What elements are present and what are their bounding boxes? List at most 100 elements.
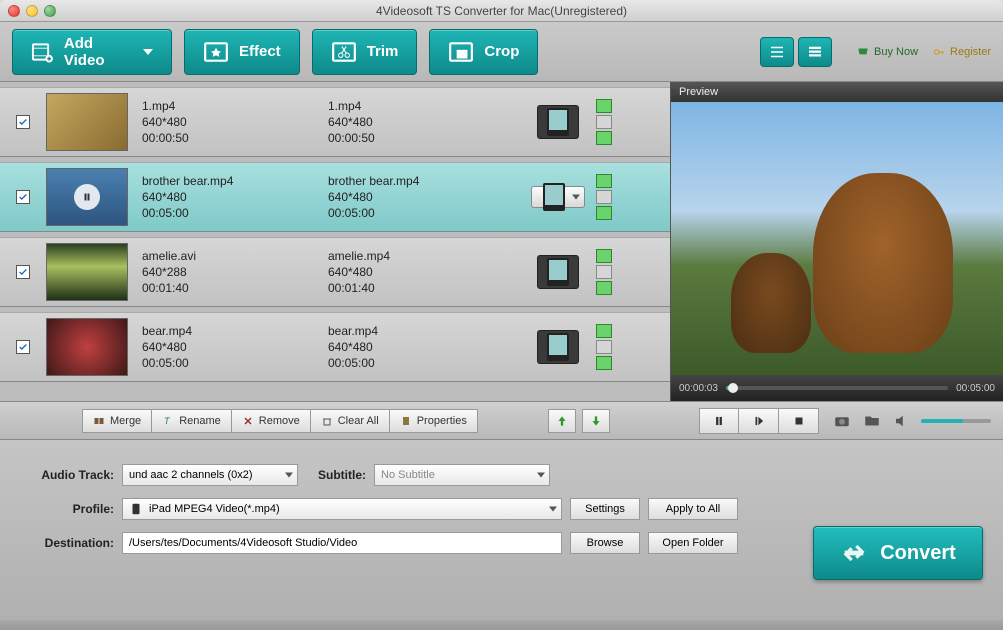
pause-icon — [712, 414, 726, 428]
folder-icon — [863, 412, 881, 430]
settings-button[interactable]: Settings — [570, 498, 640, 520]
crop-label: Crop — [484, 43, 519, 60]
merge-button[interactable]: Merge — [82, 409, 152, 433]
audio-track-value: und aac 2 channels (0x2) — [129, 469, 253, 481]
register-link[interactable]: Register — [932, 45, 991, 59]
row-mid-button[interactable] — [596, 190, 612, 204]
destination-label: Destination: — [14, 536, 114, 550]
preview-current-time: 00:00:03 — [679, 383, 718, 394]
table-row[interactable]: brother bear.mp4640*48000:05:00brother b… — [0, 162, 670, 232]
close-icon[interactable] — [8, 5, 20, 17]
camera-icon — [833, 412, 851, 430]
row-top-button[interactable] — [596, 99, 612, 113]
row-bottom-button[interactable] — [596, 281, 612, 295]
snapshot-button[interactable] — [831, 410, 853, 432]
list-actions: Merge TRename Remove Clear All Propertie… — [82, 409, 478, 433]
row-order-buttons — [588, 174, 620, 220]
volume-slider[interactable] — [921, 419, 991, 423]
chevron-down-icon — [572, 195, 580, 200]
seek-slider[interactable] — [726, 386, 948, 390]
open-folder-button[interactable]: Open Folder — [648, 532, 738, 554]
properties-label: Properties — [417, 415, 467, 427]
trim-label: Trim — [367, 43, 399, 60]
row-bottom-button[interactable] — [596, 206, 612, 220]
buy-now-link[interactable]: Buy Now — [856, 45, 918, 59]
row-checkbox[interactable] — [16, 115, 30, 129]
row-checkbox[interactable] — [16, 265, 30, 279]
minimize-icon[interactable] — [26, 5, 38, 17]
volume-button[interactable] — [891, 410, 913, 432]
add-video-label: Add Video — [64, 35, 129, 69]
traffic-lights — [0, 5, 56, 17]
preview-panel: Preview 00:00:03 00:05:00 — [670, 82, 1003, 401]
subtitle-label: Subtitle: — [306, 468, 366, 482]
output-resolution: 640*480 — [328, 264, 528, 280]
audio-track-select[interactable]: und aac 2 channels (0x2) — [122, 464, 298, 486]
table-row[interactable]: bear.mp4640*48000:05:00bear.mp4640*48000… — [0, 312, 670, 382]
chevron-down-icon — [549, 507, 557, 512]
table-row[interactable]: 1.mp4640*48000:00:501.mp4640*48000:00:50 — [0, 87, 670, 157]
chevron-down-icon — [143, 49, 153, 55]
convert-button[interactable]: Convert — [813, 526, 983, 580]
output-filename: bear.mp4 — [328, 323, 528, 339]
thumbnail[interactable] — [46, 168, 128, 226]
open-snapshot-folder-button[interactable] — [861, 410, 883, 432]
add-video-button[interactable]: Add Video — [12, 29, 172, 75]
step-button[interactable] — [739, 408, 779, 434]
output-device-select[interactable] — [531, 186, 585, 208]
row-top-button[interactable] — [596, 249, 612, 263]
profile-label: Profile: — [14, 502, 114, 516]
row-mid-button[interactable] — [596, 265, 612, 279]
preview-content — [731, 253, 811, 353]
row-top-button[interactable] — [596, 174, 612, 188]
thumbnail[interactable] — [46, 318, 128, 376]
row-bottom-button[interactable] — [596, 356, 612, 370]
view-list-button[interactable] — [760, 37, 794, 67]
pause-button[interactable] — [699, 408, 739, 434]
source-duration: 00:05:00 — [142, 355, 328, 371]
thumbnail[interactable] — [46, 93, 128, 151]
row-mid-button[interactable] — [596, 115, 612, 129]
subtitle-select[interactable]: No Subtitle — [374, 464, 550, 486]
move-buttons — [548, 409, 610, 433]
crop-button[interactable]: Crop — [429, 29, 538, 75]
view-detail-button[interactable] — [798, 37, 832, 67]
preview-video[interactable] — [671, 102, 1003, 375]
remove-button[interactable]: Remove — [232, 409, 311, 433]
seek-thumb[interactable] — [728, 383, 738, 393]
remove-icon — [242, 415, 254, 427]
trim-button[interactable]: Trim — [312, 29, 418, 75]
output-device-button[interactable] — [537, 105, 579, 139]
row-order-buttons — [588, 324, 620, 370]
properties-button[interactable]: Properties — [390, 409, 478, 433]
scissors-icon — [331, 39, 357, 65]
row-bottom-button[interactable] — [596, 131, 612, 145]
row-mid-button[interactable] — [596, 340, 612, 354]
table-row[interactable]: amelie.avi640*28800:01:40amelie.mp4640*4… — [0, 237, 670, 307]
output-filename: amelie.mp4 — [328, 248, 528, 264]
destination-field[interactable]: /Users/tes/Documents/4Videosoft Studio/V… — [122, 532, 562, 554]
row-order-buttons — [588, 249, 620, 295]
output-device-button[interactable] — [537, 330, 579, 364]
source-resolution: 640*480 — [142, 339, 328, 355]
stop-button[interactable] — [779, 408, 819, 434]
apply-to-all-button[interactable]: Apply to All — [648, 498, 738, 520]
properties-icon — [400, 415, 412, 427]
row-checkbox[interactable] — [16, 340, 30, 354]
move-up-button[interactable] — [548, 409, 576, 433]
thumbnail[interactable] — [46, 243, 128, 301]
extra-controls — [831, 410, 991, 432]
move-down-button[interactable] — [582, 409, 610, 433]
row-top-button[interactable] — [596, 324, 612, 338]
rename-button[interactable]: TRename — [152, 409, 232, 433]
stop-icon — [792, 414, 806, 428]
maximize-icon[interactable] — [44, 5, 56, 17]
browse-button[interactable]: Browse — [570, 532, 640, 554]
speaker-icon — [893, 412, 911, 430]
source-duration: 00:05:00 — [142, 205, 328, 221]
output-device-button[interactable] — [537, 255, 579, 289]
row-checkbox[interactable] — [16, 190, 30, 204]
profile-select[interactable]: iPad MPEG4 Video(*.mp4) — [122, 498, 562, 520]
clear-all-button[interactable]: Clear All — [311, 409, 390, 433]
effect-button[interactable]: Effect — [184, 29, 300, 75]
